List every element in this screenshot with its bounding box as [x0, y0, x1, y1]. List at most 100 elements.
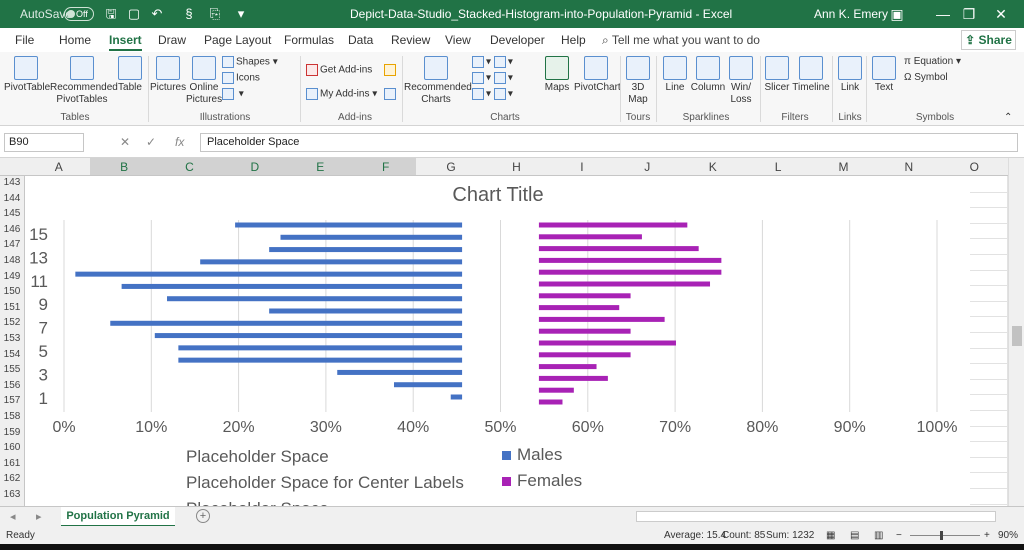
row-header-163[interactable]: 163: [0, 489, 24, 500]
sparkline-column-button[interactable]: Column: [690, 56, 726, 94]
timeline-button[interactable]: Timeline: [792, 56, 830, 94]
zoom-level[interactable]: 90%: [998, 530, 1018, 541]
column-header-k[interactable]: K: [680, 160, 745, 174]
share-button[interactable]: ⇪ Share: [961, 30, 1016, 50]
column-header-j[interactable]: J: [615, 160, 680, 174]
row-header-147[interactable]: 147: [0, 239, 24, 250]
column-header-n[interactable]: N: [876, 160, 941, 174]
name-box[interactable]: B90: [4, 133, 84, 152]
vertical-scroll-thumb[interactable]: [1012, 326, 1022, 346]
page-break-view-icon[interactable]: ▥: [874, 530, 883, 541]
tab-view[interactable]: View: [445, 33, 471, 47]
zoom-out-icon[interactable]: −: [896, 530, 902, 541]
column-header-m[interactable]: M: [811, 160, 876, 174]
insert-function-icon[interactable]: fx: [175, 135, 184, 149]
next-sheet-icon[interactable]: ▸: [36, 510, 42, 523]
tab-review[interactable]: Review: [391, 33, 430, 47]
tab-developer[interactable]: Developer: [490, 33, 545, 47]
macro-icon[interactable]: §: [180, 5, 198, 23]
symbol-button[interactable]: Ω Symbol: [904, 72, 948, 83]
tell-me-search[interactable]: ⌕ Tell me what you want to do: [602, 33, 760, 48]
row-header-151[interactable]: 151: [0, 302, 24, 313]
line-chart-icon[interactable]: ▾ ▾: [472, 72, 513, 84]
row-header-157[interactable]: 157: [0, 395, 24, 406]
column-header-e[interactable]: E: [288, 160, 353, 174]
pie-chart-icon[interactable]: ▾ ▾: [472, 88, 513, 100]
tab-home[interactable]: Home: [59, 33, 91, 47]
my-addins-button[interactable]: My Add-ins ▾: [306, 88, 377, 100]
tab-file[interactable]: File: [15, 33, 34, 47]
row-header-152[interactable]: 152: [0, 317, 24, 328]
cancel-icon[interactable]: ✕: [120, 135, 130, 149]
enter-icon[interactable]: ✓: [146, 135, 156, 149]
row-header-159[interactable]: 159: [0, 427, 24, 438]
row-header-145[interactable]: 145: [0, 208, 24, 219]
icons-button[interactable]: Icons: [222, 72, 260, 84]
maps-button[interactable]: Maps: [540, 56, 574, 94]
pivotchart-button[interactable]: PivotChart: [574, 56, 621, 94]
row-header-162[interactable]: 162: [0, 473, 24, 484]
row-header-156[interactable]: 156: [0, 380, 24, 391]
column-header-c[interactable]: C: [157, 160, 222, 174]
tab-insert[interactable]: Insert: [109, 33, 142, 51]
collapse-ribbon-icon[interactable]: ⌃: [1004, 112, 1012, 123]
prev-sheet-icon[interactable]: ◂: [10, 510, 16, 523]
row-header-161[interactable]: 161: [0, 458, 24, 469]
column-chart-icon[interactable]: ▾ ▾: [472, 56, 513, 68]
row-header-154[interactable]: 154: [0, 349, 24, 360]
vertical-scrollbar[interactable]: [1008, 158, 1024, 506]
normal-view-icon[interactable]: ▦: [826, 530, 835, 541]
row-header-158[interactable]: 158: [0, 411, 24, 422]
tab-help[interactable]: Help: [561, 33, 586, 47]
recommended-pivottables-button[interactable]: Recommended PivotTables: [50, 56, 118, 106]
online-pictures-button[interactable]: Online Pictures: [186, 56, 222, 106]
equation-button[interactable]: π Equation ▾: [904, 56, 961, 67]
customize-qat-icon[interactable]: ▾: [232, 5, 250, 23]
column-header-d[interactable]: D: [222, 160, 287, 174]
column-header-o[interactable]: O: [942, 160, 1007, 174]
row-header-150[interactable]: 150: [0, 286, 24, 297]
undo-icon[interactable]: ↶: [148, 5, 166, 23]
column-header-l[interactable]: L: [745, 160, 810, 174]
3d-models-button[interactable]: ▾: [222, 88, 244, 100]
text-button[interactable]: Text: [870, 56, 898, 94]
tab-draw[interactable]: Draw: [158, 33, 186, 47]
close-icon[interactable]: ✕: [978, 0, 1024, 28]
tab-data[interactable]: Data: [348, 33, 373, 47]
worksheet-grid[interactable]: Chart Title 0% 10% 20% 30% 40% 50% 60% 70% 80% 90%…: [26, 176, 1008, 506]
link-button[interactable]: Link: [836, 56, 864, 94]
column-header-h[interactable]: H: [484, 160, 549, 174]
table-button[interactable]: Table: [116, 56, 144, 94]
new-file-icon[interactable]: ▢: [125, 5, 143, 23]
row-header-144[interactable]: 144: [0, 193, 24, 204]
add-sheet-icon[interactable]: +: [196, 509, 210, 523]
tab-page-layout[interactable]: Page Layout: [204, 33, 271, 47]
column-header-a[interactable]: A: [26, 160, 91, 174]
bing-icon[interactable]: [384, 64, 398, 76]
row-header-153[interactable]: 153: [0, 333, 24, 344]
open-file-icon[interactable]: ⎘: [206, 5, 224, 23]
formula-input[interactable]: Placeholder Space: [200, 133, 1018, 152]
column-header-b[interactable]: B: [91, 160, 156, 174]
zoom-slider-thumb[interactable]: [940, 531, 943, 540]
recommended-charts-button[interactable]: Recommended Charts: [404, 56, 472, 106]
ribbon-display-icon[interactable]: ▣: [874, 0, 920, 28]
pivottable-button[interactable]: PivotTable: [4, 56, 50, 94]
pictures-button[interactable]: Pictures: [150, 56, 186, 94]
column-header-g[interactable]: G: [418, 160, 483, 174]
column-header-f[interactable]: F: [353, 160, 418, 174]
row-header-143[interactable]: 143: [0, 177, 24, 188]
3d-map-button[interactable]: 3D Map: [622, 56, 654, 106]
zoom-in-icon[interactable]: +: [984, 530, 990, 541]
save-icon[interactable]: 🖫: [102, 5, 120, 23]
zoom-slider[interactable]: [910, 535, 980, 536]
row-header-146[interactable]: 146: [0, 224, 24, 235]
people-graph-icon[interactable]: [384, 88, 398, 100]
tab-formulas[interactable]: Formulas: [284, 33, 334, 47]
shapes-button[interactable]: Shapes ▾: [222, 56, 278, 68]
row-header-148[interactable]: 148: [0, 255, 24, 266]
row-header-149[interactable]: 149: [0, 271, 24, 282]
get-addins-button[interactable]: Get Add-ins: [306, 64, 372, 76]
horizontal-scrollbar[interactable]: [636, 511, 996, 522]
population-pyramid-chart[interactable]: Chart Title 0% 10% 20% 30% 40% 50% 60% 70% 80% 90%…: [26, 176, 970, 506]
